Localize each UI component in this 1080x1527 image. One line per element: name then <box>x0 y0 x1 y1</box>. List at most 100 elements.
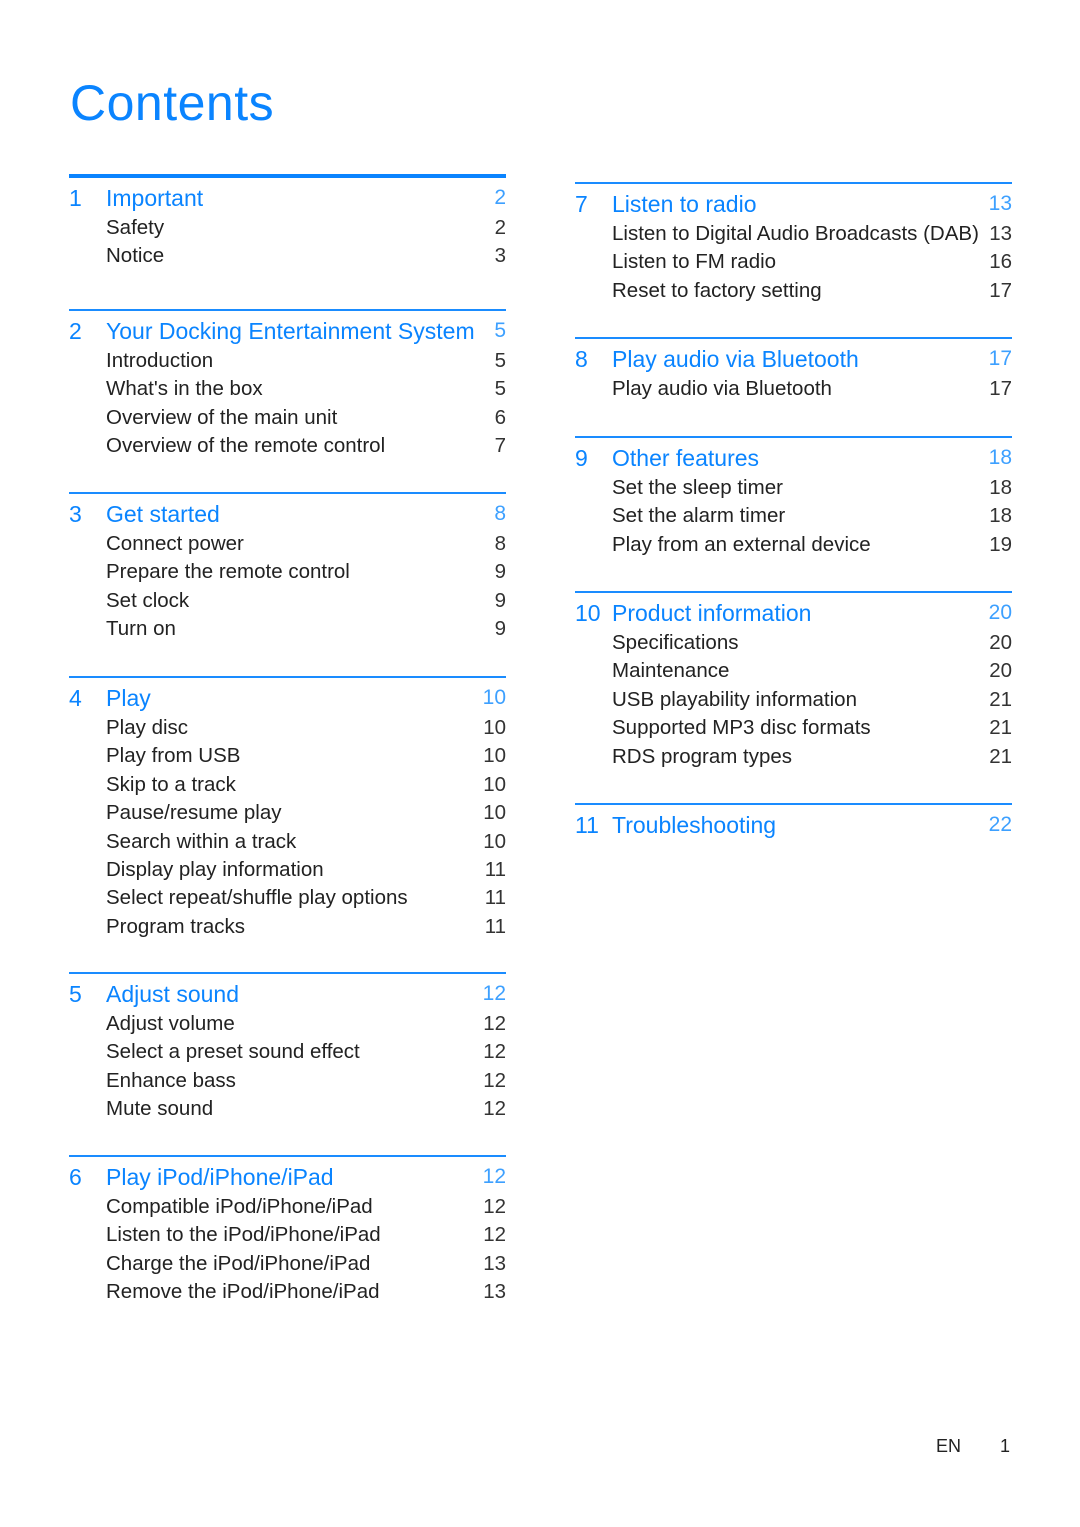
chapter-title[interactable]: Other features <box>612 442 759 474</box>
subsection-title[interactable]: Pause/resume play <box>106 799 281 827</box>
toc-subsection-entry[interactable]: Select repeat/shuffle play options 11 <box>69 884 506 912</box>
subsection-title[interactable]: Notice <box>106 242 164 270</box>
subsection-title[interactable]: Display play information <box>106 856 324 884</box>
toc-subsection-entry[interactable]: Remove the iPod/iPhone/iPad 13 <box>69 1278 506 1306</box>
subsection-title[interactable]: Program tracks <box>106 913 245 941</box>
subsection-title[interactable]: Set the alarm timer <box>612 502 785 530</box>
toc-chapter-entry[interactable]: 2 Your Docking Entertainment System 5 <box>69 315 506 347</box>
subsection-title[interactable]: Listen to Digital Audio Broadcasts (DAB) <box>612 220 979 248</box>
subsection-title[interactable]: Safety <box>106 214 164 242</box>
toc-subsection-entry[interactable]: Safety 2 <box>69 214 506 242</box>
toc-chapter-entry[interactable]: 6 Play iPod/iPhone/iPad 12 <box>69 1161 506 1193</box>
toc-chapter-entry[interactable]: 7 Listen to radio 13 <box>575 188 1012 220</box>
toc-subsection-entry[interactable]: Set clock 9 <box>69 587 506 615</box>
toc-subsection-entry[interactable]: Maintenance 20 <box>575 657 1012 685</box>
toc-subsection-entry[interactable]: Overview of the remote control 7 <box>69 432 506 460</box>
chapter-title[interactable]: Product information <box>612 597 811 629</box>
toc-chapter-entry[interactable]: 10 Product information 20 <box>575 597 1012 629</box>
toc-subsection-entry[interactable]: Reset to factory setting 17 <box>575 277 1012 305</box>
subsection-title[interactable]: Supported MP3 disc formats <box>612 714 871 742</box>
toc-subsection-entry[interactable]: Program tracks 11 <box>69 913 506 941</box>
subsection-title[interactable]: Overview of the remote control <box>106 432 385 460</box>
toc-subsection-entry[interactable]: Skip to a track 10 <box>69 771 506 799</box>
subsection-title[interactable]: Maintenance <box>612 657 729 685</box>
subsection-title[interactable]: Listen to FM radio <box>612 248 776 276</box>
toc-subsection-entry[interactable]: Specifications 20 <box>575 629 1012 657</box>
subsection-title[interactable]: Select a preset sound effect <box>106 1038 360 1066</box>
subsection-title[interactable]: Introduction <box>106 347 213 375</box>
subsection-title[interactable]: Turn on <box>106 615 176 643</box>
toc-chapter-entry[interactable]: 4 Play 10 <box>69 682 506 714</box>
chapter-title[interactable]: Adjust sound <box>106 978 239 1010</box>
toc-subsection-entry[interactable]: Display play information 11 <box>69 856 506 884</box>
toc-subsection-entry[interactable]: RDS program types 21 <box>575 743 1012 771</box>
toc-chapter-entry[interactable]: 1 Important 2 <box>69 182 506 214</box>
toc-chapter-entry[interactable]: 5 Adjust sound 12 <box>69 978 506 1010</box>
subsection-title[interactable]: Play from an external device <box>612 531 871 559</box>
toc-subsection-entry[interactable]: Enhance bass 12 <box>69 1067 506 1095</box>
subsection-title[interactable]: What's in the box <box>106 375 263 403</box>
chapter-title[interactable]: Play audio via Bluetooth <box>612 343 859 375</box>
subsection-title[interactable]: Specifications <box>612 629 738 657</box>
toc-subsection-entry[interactable]: Listen to Digital Audio Broadcasts (DAB)… <box>575 220 1012 248</box>
toc-subsection-entry[interactable]: Listen to the iPod/iPhone/iPad 12 <box>69 1221 506 1249</box>
toc-subsection-entry[interactable]: Introduction 5 <box>69 347 506 375</box>
toc-subsection-entry[interactable]: Supported MP3 disc formats 21 <box>575 714 1012 742</box>
toc-subsection-entry[interactable]: What's in the box 5 <box>69 375 506 403</box>
subsection-title[interactable]: RDS program types <box>612 743 792 771</box>
toc-subsection-entry[interactable]: Pause/resume play 10 <box>69 799 506 827</box>
toc-chapter-entry[interactable]: 8 Play audio via Bluetooth 17 <box>575 343 1012 375</box>
toc-subsection-entry[interactable]: Prepare the remote control 9 <box>69 558 506 586</box>
subsection-title[interactable]: USB playability information <box>612 686 857 714</box>
toc-subsection-entry[interactable]: Connect power 8 <box>69 530 506 558</box>
subsection-title[interactable]: Listen to the iPod/iPhone/iPad <box>106 1221 381 1249</box>
toc-subsection-entry[interactable]: Listen to FM radio 16 <box>575 248 1012 276</box>
toc-chapter-entry[interactable]: 9 Other features 18 <box>575 442 1012 474</box>
chapter-title[interactable]: Troubleshooting <box>612 809 776 841</box>
subsection-title[interactable]: Set clock <box>106 587 189 615</box>
subsection-title[interactable]: Overview of the main unit <box>106 404 337 432</box>
subsection-title[interactable]: Set the sleep timer <box>612 474 783 502</box>
subsection-title[interactable]: Play disc <box>106 714 188 742</box>
chapter-title[interactable]: Your Docking Entertainment System <box>106 315 475 347</box>
toc-subsection-entry[interactable]: Set the sleep timer 18 <box>575 474 1012 502</box>
toc-chapter-entry[interactable]: 3 Get started 8 <box>69 498 506 530</box>
toc-subsection-entry[interactable]: Play audio via Bluetooth 17 <box>575 375 1012 403</box>
toc-chapter-entry[interactable]: 11 Troubleshooting 22 <box>575 809 1012 841</box>
toc-subsection-entry[interactable]: Turn on 9 <box>69 615 506 643</box>
subsection-page: 16 <box>989 250 1012 274</box>
subsection-title[interactable]: Play from USB <box>106 742 240 770</box>
subsection-title[interactable]: Play audio via Bluetooth <box>612 375 832 403</box>
toc-subsection-entry[interactable]: USB playability information 21 <box>575 686 1012 714</box>
subsection-title[interactable]: Search within a track <box>106 828 296 856</box>
toc-subsection-entry[interactable]: Adjust volume 12 <box>69 1010 506 1038</box>
subsection-title[interactable]: Reset to factory setting <box>612 277 822 305</box>
subsection-title[interactable]: Connect power <box>106 530 244 558</box>
subsection-title[interactable]: Remove the iPod/iPhone/iPad <box>106 1278 380 1306</box>
subsection-title[interactable]: Enhance bass <box>106 1067 236 1095</box>
chapter-title[interactable]: Play <box>106 682 151 714</box>
subsection-title[interactable]: Charge the iPod/iPhone/iPad <box>106 1250 370 1278</box>
subsection-title[interactable]: Select repeat/shuffle play options <box>106 884 408 912</box>
toc-subsection-entry[interactable]: Compatible iPod/iPhone/iPad 12 <box>69 1193 506 1221</box>
subsection-title[interactable]: Skip to a track <box>106 771 236 799</box>
toc-subsection-entry[interactable]: Play disc 10 <box>69 714 506 742</box>
toc-subsection-entry[interactable]: Charge the iPod/iPhone/iPad 13 <box>69 1250 506 1278</box>
chapter-title[interactable]: Listen to radio <box>612 188 756 220</box>
toc-subsection-entry[interactable]: Overview of the main unit 6 <box>69 404 506 432</box>
toc-subsection-entry[interactable]: Search within a track 10 <box>69 828 506 856</box>
toc-subsection-entry[interactable]: Play from USB 10 <box>69 742 506 770</box>
section-divider <box>575 436 1012 438</box>
toc-subsection-entry[interactable]: Notice 3 <box>69 242 506 270</box>
chapter-title[interactable]: Get started <box>106 498 220 530</box>
toc-subsection-entry[interactable]: Set the alarm timer 18 <box>575 502 1012 530</box>
chapter-title[interactable]: Play iPod/iPhone/iPad <box>106 1161 334 1193</box>
toc-subsection-entry[interactable]: Mute sound 12 <box>69 1095 506 1123</box>
subsection-title[interactable]: Mute sound <box>106 1095 213 1123</box>
toc-subsection-entry[interactable]: Select a preset sound effect 12 <box>69 1038 506 1066</box>
chapter-title[interactable]: Important <box>106 182 203 214</box>
subsection-title[interactable]: Prepare the remote control <box>106 558 350 586</box>
toc-subsection-entry[interactable]: Play from an external device 19 <box>575 531 1012 559</box>
subsection-title[interactable]: Adjust volume <box>106 1010 235 1038</box>
subsection-title[interactable]: Compatible iPod/iPhone/iPad <box>106 1193 373 1221</box>
